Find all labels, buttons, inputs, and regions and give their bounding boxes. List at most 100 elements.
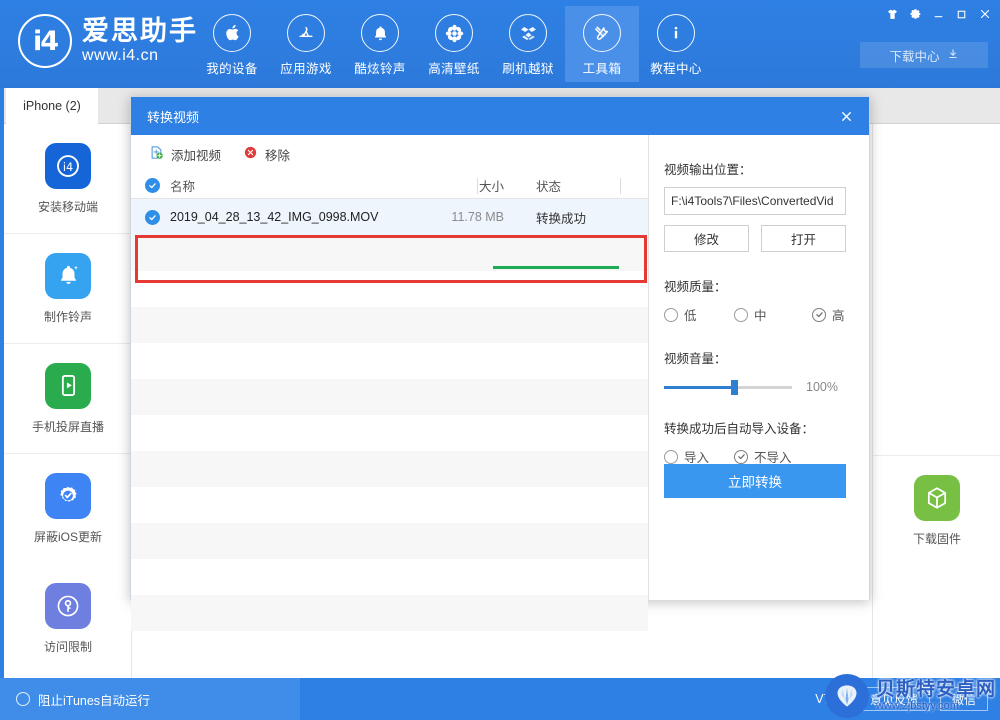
add-video-icon xyxy=(149,145,164,163)
sidebar-item-label: 下载固件 xyxy=(912,532,961,546)
sidebar-item-label: 访问限制 xyxy=(43,640,92,654)
skin-icon[interactable] xyxy=(881,3,904,25)
top-header: i4 爱思助手 www.i4.cn 我的设备 应用游戏 酷炫铃声 高清壁纸 刷机… xyxy=(0,0,1000,88)
right-tool-rail: 下载固件 xyxy=(872,124,1000,678)
quality-option-low[interactable]: 低 xyxy=(664,305,734,324)
close-icon[interactable] xyxy=(973,3,996,25)
bell-icon xyxy=(361,14,399,52)
table-row[interactable]: 2019_04_28_13_42_IMG_0998.MOV 11.78 MB 转… xyxy=(131,199,648,235)
sidebar-item-label: 制作铃声 xyxy=(43,309,92,324)
sidebar-item-install-mobile[interactable]: i4 安装移动端 xyxy=(4,124,132,234)
nav-label: 我的设备 xyxy=(206,62,258,76)
right-rail-spacer xyxy=(873,124,1000,456)
feedback-button[interactable]: 意见反馈 xyxy=(857,687,930,711)
conversion-progress-bar xyxy=(493,266,619,269)
quality-option-medium[interactable]: 中 xyxy=(734,305,812,324)
add-video-button[interactable]: 添加视频 xyxy=(149,145,221,164)
radio-checked-icon xyxy=(734,449,748,464)
column-header-size: 大小 xyxy=(478,180,504,194)
modify-path-button[interactable]: 修改 xyxy=(664,225,749,252)
logo-mark: i4 xyxy=(32,25,59,57)
table-row-empty xyxy=(131,343,648,379)
dialog-title: 转换视频 xyxy=(147,109,200,125)
table-row-empty xyxy=(131,307,648,343)
tab-iphone[interactable]: iPhone (2) xyxy=(6,88,98,124)
convert-now-button[interactable]: 立即转换 xyxy=(664,464,846,498)
nav-item-wallpapers[interactable]: 高清壁纸 xyxy=(417,6,491,82)
nav-item-my-device[interactable]: 我的设备 xyxy=(195,6,269,82)
dialog-toolbar: 添加视频 移除 xyxy=(131,135,648,173)
gear-icon[interactable] xyxy=(904,3,927,25)
sidebar-item-label: 手机投屏直播 xyxy=(31,419,104,434)
table-row-empty xyxy=(131,379,648,415)
convert-video-dialog: 转换视频 添加视频 移除 名称 大小 状态 2019_04_28_13_42_I… xyxy=(130,96,870,631)
table-row-empty xyxy=(131,487,648,523)
volume-slider-row: 100% xyxy=(664,379,869,395)
wechat-button[interactable]: 微信 xyxy=(939,687,988,711)
app-logo: i4 爱思助手 www.i4.cn xyxy=(18,14,198,68)
gear-block-icon xyxy=(45,473,91,519)
dialog-close-icon[interactable] xyxy=(831,97,861,135)
sidebar-item-block-ios-update[interactable]: 屏蔽iOS更新 xyxy=(4,454,132,564)
volume-slider[interactable] xyxy=(664,379,792,395)
remove-button[interactable]: 移除 xyxy=(243,145,290,164)
minimize-icon[interactable] xyxy=(927,3,950,25)
row-file-size: 11.78 MB xyxy=(451,210,504,224)
cube-icon xyxy=(914,475,960,521)
download-center-button[interactable]: 下载中心 xyxy=(860,42,988,68)
table-row-empty xyxy=(131,271,648,307)
volume-slider-fill xyxy=(664,385,735,389)
file-rows: 2019_04_28_13_42_IMG_0998.MOV 11.78 MB 转… xyxy=(131,199,648,631)
block-itunes-toggle[interactable]: 阻止iTunes自动运行 xyxy=(0,678,300,720)
status-bar: 阻止iTunes自动运行 V7.93 意见反馈 微信 贝斯特安卓网 www.zj… xyxy=(0,674,1000,720)
volume-slider-thumb[interactable] xyxy=(730,379,738,395)
remove-label: 移除 xyxy=(265,148,291,163)
block-itunes-label: 阻止iTunes自动运行 xyxy=(38,693,151,708)
window-controls xyxy=(881,2,996,26)
screen-cast-icon xyxy=(45,362,91,409)
quality-option-label: 高 xyxy=(832,309,845,323)
column-header-name: 名称 xyxy=(170,180,196,194)
maximize-icon[interactable] xyxy=(950,3,973,25)
row-file-name: 2019_04_28_13_42_IMG_0998.MOV xyxy=(170,210,379,224)
quality-option-label: 中 xyxy=(754,309,767,323)
nav-label: 刷机越狱 xyxy=(502,62,554,76)
sidebar-item-download-firmware[interactable]: 下载固件 xyxy=(873,456,1000,566)
nav-item-flash-jailbreak[interactable]: 刷机越狱 xyxy=(491,6,565,82)
quality-label: 视频质量： xyxy=(664,280,727,294)
radio-unchecked-icon xyxy=(734,307,748,322)
volume-value: 100% xyxy=(806,380,838,394)
status-bar-right: V7.93 意见反馈 微信 xyxy=(815,687,1000,711)
row-checkbox[interactable] xyxy=(145,209,160,225)
info-icon xyxy=(657,14,695,52)
table-row-empty xyxy=(131,595,648,631)
brand-url: www.i4.cn xyxy=(82,46,159,64)
sidebar-item-make-ringtone[interactable]: 制作铃声 xyxy=(4,234,132,344)
open-path-button[interactable]: 打开 xyxy=(761,225,846,252)
nav-item-toolbox[interactable]: 工具箱 xyxy=(565,6,639,82)
quality-option-high[interactable]: 高 xyxy=(812,305,845,324)
auto-import-section: 转换成功后自动导入设备： 导入 不导入 xyxy=(664,418,869,466)
svg-text:i4: i4 xyxy=(63,161,73,174)
output-path-input[interactable] xyxy=(664,187,846,215)
nav-label: 教程中心 xyxy=(650,62,702,76)
sidebar-item-label: 屏蔽iOS更新 xyxy=(33,530,102,544)
sidebar-item-screen-cast[interactable]: 手机投屏直播 xyxy=(4,344,132,454)
dialog-titlebar: 转换视频 xyxy=(131,97,869,135)
select-all-checkbox[interactable] xyxy=(145,178,160,193)
nav-item-ringtones[interactable]: 酷炫铃声 xyxy=(343,6,417,82)
table-row-empty xyxy=(131,415,648,451)
table-row-empty xyxy=(131,523,648,559)
i4-logo-icon: i4 xyxy=(18,14,72,68)
quality-section: 视频质量： 低 中 高 xyxy=(664,276,869,324)
sidebar-item-access-restriction[interactable]: 访问限制 xyxy=(4,564,132,674)
download-center-label: 下载中心 xyxy=(889,49,940,64)
nav-item-tutorials[interactable]: 教程中心 xyxy=(639,6,713,82)
volume-section: 视频音量： 100% xyxy=(664,348,869,395)
key-lock-icon xyxy=(45,583,91,629)
nav-item-apps-games[interactable]: 应用游戏 xyxy=(269,6,343,82)
column-header-state: 状态 xyxy=(536,180,562,194)
quality-option-label: 低 xyxy=(684,309,697,323)
output-path-buttons: 修改 打开 xyxy=(664,225,869,252)
volume-label: 视频音量： xyxy=(664,352,727,366)
